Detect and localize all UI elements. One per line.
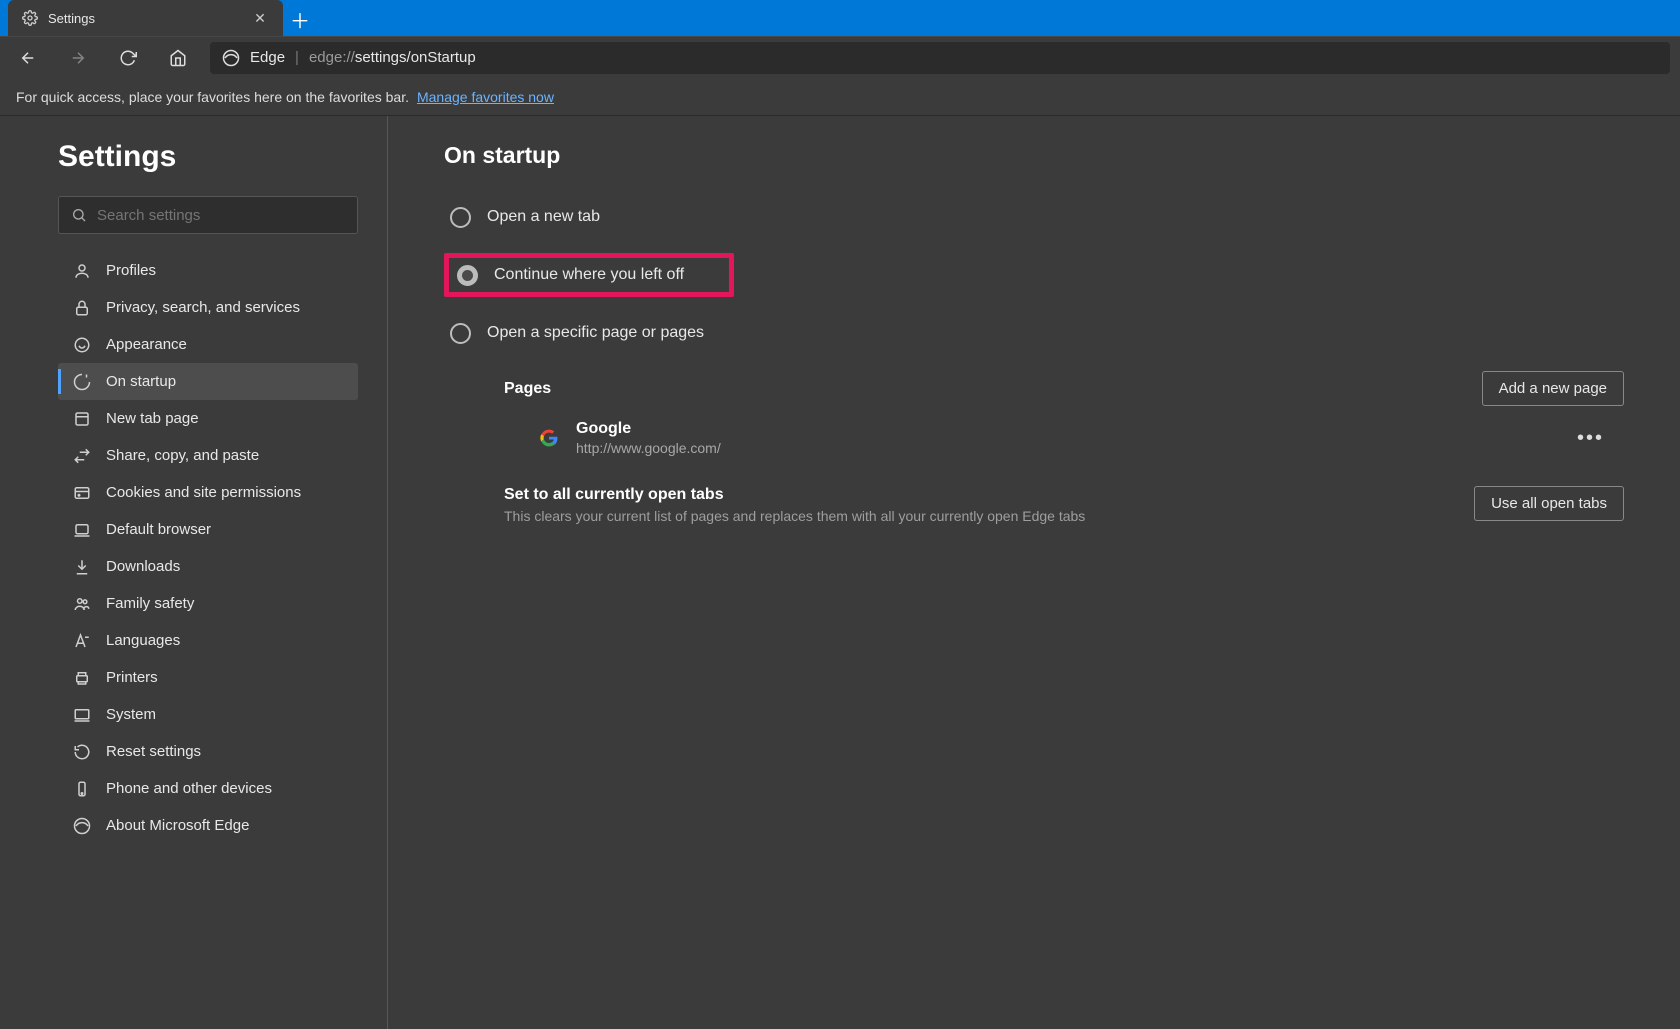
option-open-new-tab[interactable]: Open a new tab: [444, 195, 1624, 239]
sidebar-item-label: Privacy, search, and services: [106, 299, 300, 316]
main: Settings Profiles Privacy, search, and se…: [0, 116, 1680, 1029]
sidebar-item-label: Profiles: [106, 262, 156, 279]
home-button[interactable]: [160, 40, 196, 76]
option-continue-where-left-off[interactable]: Continue where you left off: [444, 253, 734, 297]
use-all-open-tabs-button[interactable]: Use all open tabs: [1474, 486, 1624, 521]
nav-icon: [72, 742, 92, 762]
sidebar-item-reset-settings[interactable]: Reset settings: [58, 733, 358, 770]
set-all-desc: This clears your current list of pages a…: [504, 508, 1124, 524]
separator: |: [295, 49, 299, 66]
settings-heading: Settings: [58, 140, 357, 174]
search-icon: [71, 207, 87, 223]
sidebar-item-system[interactable]: System: [58, 696, 358, 733]
favorites-hint: For quick access, place your favorites h…: [16, 89, 409, 105]
nav-icon: [72, 668, 92, 688]
sidebar-item-on-startup[interactable]: On startup: [58, 363, 358, 400]
nav-icon: [72, 446, 92, 466]
gear-icon: [20, 8, 40, 28]
page-more-button[interactable]: •••: [1567, 421, 1614, 456]
page-title: On startup: [444, 142, 1624, 169]
sidebar-item-about-microsoft-edge[interactable]: About Microsoft Edge: [58, 807, 358, 844]
pages-header-row: Pages Add a new page: [444, 371, 1624, 406]
tab-strip: Settings ✕ ＋: [0, 0, 1680, 36]
sidebar-item-label: About Microsoft Edge: [106, 817, 249, 834]
sidebar-item-label: On startup: [106, 373, 176, 390]
sidebar-item-default-browser[interactable]: Default browser: [58, 511, 358, 548]
new-tab-button[interactable]: ＋: [283, 2, 317, 36]
google-favicon: [538, 427, 560, 449]
page-entry: Google http://www.google.com/ •••: [444, 406, 1624, 470]
sidebar-item-phone-and-other-devices[interactable]: Phone and other devices: [58, 770, 358, 807]
sidebar-item-label: Phone and other devices: [106, 780, 272, 797]
sidebar-item-label: Printers: [106, 669, 158, 686]
sidebar-item-appearance[interactable]: Appearance: [58, 326, 358, 363]
nav-icon: [72, 779, 92, 799]
nav-icon: [72, 409, 92, 429]
settings-sidebar: Settings Profiles Privacy, search, and se…: [0, 116, 388, 1029]
sidebar-item-label: Cookies and site permissions: [106, 484, 301, 501]
startup-options: Open a new tab Continue where you left o…: [444, 195, 1624, 355]
sidebar-item-label: Share, copy, and paste: [106, 447, 259, 464]
page-title: Google: [576, 420, 721, 438]
pages-heading: Pages: [504, 380, 1482, 398]
sidebar-item-cookies-and-site-permissions[interactable]: Cookies and site permissions: [58, 474, 358, 511]
search-settings-field[interactable]: [97, 207, 345, 224]
close-tab-button[interactable]: ✕: [249, 7, 271, 29]
sidebar-item-label: Family safety: [106, 595, 194, 612]
set-all-title: Set to all currently open tabs: [504, 486, 1474, 504]
nav-icon: [72, 335, 92, 355]
nav-icon: [72, 557, 92, 577]
sidebar-item-label: System: [106, 706, 156, 723]
edge-logo-icon: [222, 49, 240, 67]
manage-favorites-link[interactable]: Manage favorites now: [417, 89, 554, 105]
sidebar-item-languages[interactable]: Languages: [58, 622, 358, 659]
sidebar-item-label: Downloads: [106, 558, 180, 575]
toolbar: Edge | edge://settings/onStartup: [0, 36, 1680, 78]
forward-button[interactable]: [60, 40, 96, 76]
address-path: settings/onStartup: [355, 49, 476, 66]
sidebar-item-downloads[interactable]: Downloads: [58, 548, 358, 585]
page-url: http://www.google.com/: [576, 440, 721, 456]
address-proto: edge://: [309, 49, 355, 66]
nav-icon: [72, 298, 92, 318]
settings-content: On startup Open a new tab Continue where…: [388, 116, 1680, 1029]
sidebar-item-new-tab-page[interactable]: New tab page: [58, 400, 358, 437]
sidebar-item-label: Appearance: [106, 336, 187, 353]
radio-icon: [450, 207, 471, 228]
sidebar-item-label: Languages: [106, 632, 180, 649]
address-label: Edge: [250, 49, 285, 66]
set-all-tabs-row: Set to all currently open tabs This clea…: [444, 486, 1624, 524]
refresh-button[interactable]: [110, 40, 146, 76]
sidebar-item-label: Reset settings: [106, 743, 201, 760]
add-new-page-button[interactable]: Add a new page: [1482, 371, 1624, 406]
back-button[interactable]: [10, 40, 46, 76]
nav-icon: [72, 483, 92, 503]
nav-icon: [72, 816, 92, 836]
option-label: Open a new tab: [487, 208, 600, 226]
option-label: Continue where you left off: [494, 266, 684, 284]
radio-icon: [450, 323, 471, 344]
browser-tab[interactable]: Settings ✕: [8, 0, 283, 36]
nav-icon: [72, 594, 92, 614]
sidebar-item-label: New tab page: [106, 410, 199, 427]
radio-icon: [457, 265, 478, 286]
settings-nav-list: Profiles Privacy, search, and services App…: [58, 252, 358, 844]
sidebar-item-privacy-search-and-services[interactable]: Privacy, search, and services: [58, 289, 358, 326]
sidebar-item-family-safety[interactable]: Family safety: [58, 585, 358, 622]
favorites-bar: For quick access, place your favorites h…: [0, 78, 1680, 116]
search-settings-input[interactable]: [58, 196, 358, 234]
nav-icon: [72, 520, 92, 540]
sidebar-item-label: Default browser: [106, 521, 211, 538]
address-bar[interactable]: Edge | edge://settings/onStartup: [210, 42, 1670, 74]
nav-icon: [72, 372, 92, 392]
option-label: Open a specific page or pages: [487, 324, 704, 342]
option-open-specific-pages[interactable]: Open a specific page or pages: [444, 311, 1624, 355]
tab-title: Settings: [48, 11, 241, 26]
nav-icon: [72, 631, 92, 651]
nav-icon: [72, 705, 92, 725]
sidebar-item-share-copy-and-paste[interactable]: Share, copy, and paste: [58, 437, 358, 474]
nav-icon: [72, 261, 92, 281]
sidebar-item-profiles[interactable]: Profiles: [58, 252, 358, 289]
sidebar-item-printers[interactable]: Printers: [58, 659, 358, 696]
